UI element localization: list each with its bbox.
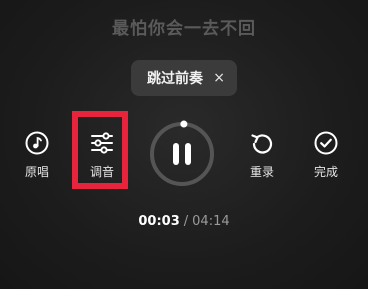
total-time: 04:14	[192, 214, 230, 229]
rerecord-button[interactable]: 重录	[237, 130, 287, 180]
finish-button[interactable]: 完成	[301, 130, 351, 180]
finish-label: 完成	[313, 165, 338, 179]
check-circle-icon	[314, 131, 338, 155]
redo-icon	[251, 134, 273, 154]
pause-button[interactable]	[148, 120, 216, 188]
skip-intro-label[interactable]: 跳过前奏	[147, 68, 203, 88]
progress-dot	[180, 120, 188, 128]
lyric-line: 最怕你会一去不回	[112, 19, 256, 39]
skip-intro-close-icon[interactable]: ×	[213, 69, 225, 87]
original-vocal-label: 原唱	[24, 165, 49, 179]
music-note-icon	[25, 131, 49, 155]
pause-icon	[173, 143, 191, 165]
progress-ring	[150, 120, 214, 186]
highlight-annotation	[72, 111, 128, 189]
original-vocal-button[interactable]: 原唱	[12, 130, 62, 180]
playback-time: 00:03/04:14	[0, 214, 368, 229]
current-time: 00:03	[138, 214, 180, 229]
time-separator: /	[183, 214, 189, 229]
rerecord-label: 重录	[249, 165, 274, 179]
skip-intro-pill[interactable]: 跳过前奏 ×	[131, 60, 237, 96]
